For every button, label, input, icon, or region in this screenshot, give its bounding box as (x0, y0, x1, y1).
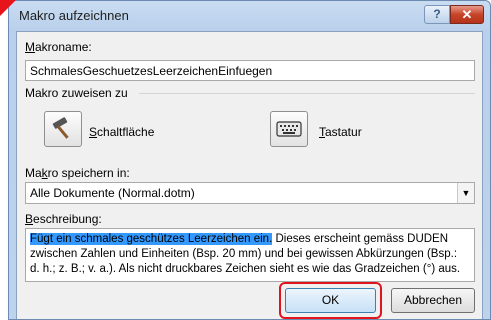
description-label: Beschreibung: (25, 212, 102, 226)
keyboard-assign-label[interactable]: Tastatur (319, 125, 362, 139)
ok-button[interactable]: OK (285, 288, 376, 313)
macro-name-label-text: akroname: (35, 40, 92, 54)
description-label-accel: B (25, 212, 34, 226)
description-line-1: Fügt ein schmales geschützes Leerzeichen… (30, 232, 470, 247)
button-assign-text: chaltfläche (97, 125, 155, 139)
store-in-label: Makro speichern in: (25, 166, 130, 180)
button-assign-accel: S (89, 125, 98, 139)
store-in-label-a: Ma (25, 166, 42, 180)
keyboard-assign-button[interactable] (270, 111, 308, 147)
keyboard-assign-text: astatur (325, 125, 362, 139)
dialog-window: Makro aufzeichnen ? ✕ Makroname: Schmale… (8, 0, 491, 320)
store-in-select[interactable]: Alle Dokumente (Normal.dotm) ▼ (25, 182, 475, 204)
title-bar: Makro aufzeichnen ? ✕ (9, 1, 490, 31)
annotation-arrow (0, 0, 16, 16)
macro-name-input[interactable]: SchmalesGeschuetzesLeerzeichenEinfuegen (25, 60, 475, 81)
description-label-text: eschreibung: (33, 212, 102, 226)
assign-group-label: Makro zuweisen zu (25, 86, 128, 100)
dialog-client: Makroname: SchmalesGeschuetzesLeerzeiche… (16, 31, 483, 319)
button-assign-button[interactable] (44, 111, 82, 147)
store-in-label-b: ro speichern in: (47, 166, 130, 180)
chevron-down-icon[interactable]: ▼ (457, 183, 474, 203)
description-textarea[interactable]: Fügt ein schmales geschützes Leerzeichen… (25, 228, 475, 282)
keyboard-icon (276, 121, 302, 137)
hammer-icon (52, 117, 69, 139)
help-button[interactable]: ? (424, 5, 450, 24)
close-button[interactable]: ✕ (450, 5, 484, 24)
store-in-value: Alle Dokumente (Normal.dotm) (30, 186, 195, 200)
assign-group-divider (139, 93, 475, 94)
cancel-button[interactable]: Abbrechen (391, 288, 475, 313)
macro-name-label-accel: M (25, 40, 35, 54)
macro-name-label: Makroname: (25, 40, 92, 54)
description-line-1-rest: Dieses erscheint gemäss DUDEN (272, 233, 449, 245)
description-line-2: zwischen Zahlen und Einheiten (Bsp. 20 m… (30, 248, 458, 260)
description-line-3: d. h.; z. B.; v. a.). Als nicht druckbar… (30, 263, 461, 275)
window-title: Makro aufzeichnen (19, 8, 129, 23)
button-assign-label[interactable]: Schaltfläche (89, 125, 154, 139)
description-selection: Fügt ein schmales geschützes Leerzeichen… (30, 233, 273, 245)
